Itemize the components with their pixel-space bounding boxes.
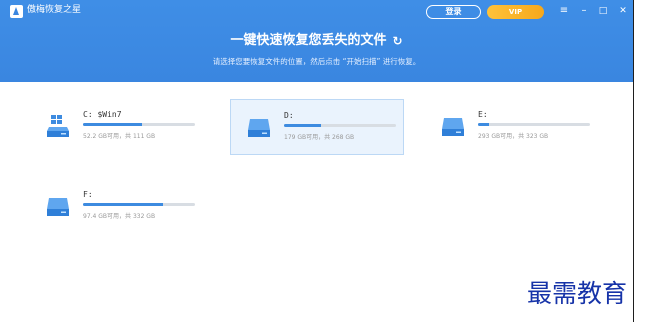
drive-usage-fill <box>83 123 143 126</box>
login-button[interactable]: 登录 <box>426 5 481 19</box>
drive-name: F: <box>83 190 93 199</box>
vip-button[interactable]: VIP <box>487 5 544 19</box>
drive-usage-text: 179 GB可用，共 268 GB <box>284 134 355 141</box>
watermark-text: 最需教育 <box>527 279 628 308</box>
maximize-icon[interactable]: □ <box>597 5 609 17</box>
drive-icon <box>248 119 270 137</box>
page-subtitle: 请选择您要恢复文件的位置，然后点击 “开始扫描” 进行恢复。 <box>212 57 421 66</box>
page-title: 一键快速恢复您丢失的文件 ↻ <box>0 33 633 49</box>
drive-name: E: <box>478 110 488 119</box>
app-logo-icon <box>10 5 23 18</box>
minimize-icon[interactable]: – <box>578 5 590 17</box>
drive-usage-bar <box>478 123 590 126</box>
header: 傲梅恢复之星 登录 VIP ≡ – □ ✕ 一键快速恢复您丢失的文件 ↻ 请选择您… <box>0 0 633 82</box>
drive-usage-text: 293 GB可用，共 323 GB <box>478 133 549 140</box>
drive-c[interactable]: C: $Win7 52.2 GB可用，共 111 GB <box>30 99 204 155</box>
drive-usage-bar <box>284 124 396 127</box>
drive-icon <box>47 198 69 216</box>
drive-name: C: $Win7 <box>83 110 122 119</box>
windows-drive-icon <box>47 115 69 137</box>
refresh-icon[interactable]: ↻ <box>392 33 402 49</box>
drive-d[interactable]: D: 179 GB可用，共 268 GB <box>230 99 404 155</box>
drive-usage-text: 52.2 GB可用，共 111 GB <box>83 133 156 140</box>
drive-icon <box>442 118 464 136</box>
drive-usage-fill <box>83 203 163 206</box>
page-title-text: 一键快速恢复您丢失的文件 <box>230 33 387 48</box>
title-bar: 傲梅恢复之星 登录 VIP ≡ – □ ✕ <box>0 0 633 22</box>
app-title: 傲梅恢复之星 <box>27 5 82 15</box>
drive-name: D: <box>284 111 294 120</box>
close-icon[interactable]: ✕ <box>617 5 629 17</box>
drive-usage-bar <box>83 123 195 126</box>
drive-e[interactable]: E: 293 GB可用，共 323 GB <box>425 99 599 155</box>
drive-usage-bar <box>83 203 195 206</box>
drive-usage-fill <box>478 123 490 126</box>
menu-icon[interactable]: ≡ <box>558 5 570 17</box>
drive-f[interactable]: F: 97.4 GB可用，共 332 GB <box>30 179 204 235</box>
drive-usage-fill <box>284 124 321 127</box>
drive-usage-text: 97.4 GB可用，共 332 GB <box>83 213 156 220</box>
